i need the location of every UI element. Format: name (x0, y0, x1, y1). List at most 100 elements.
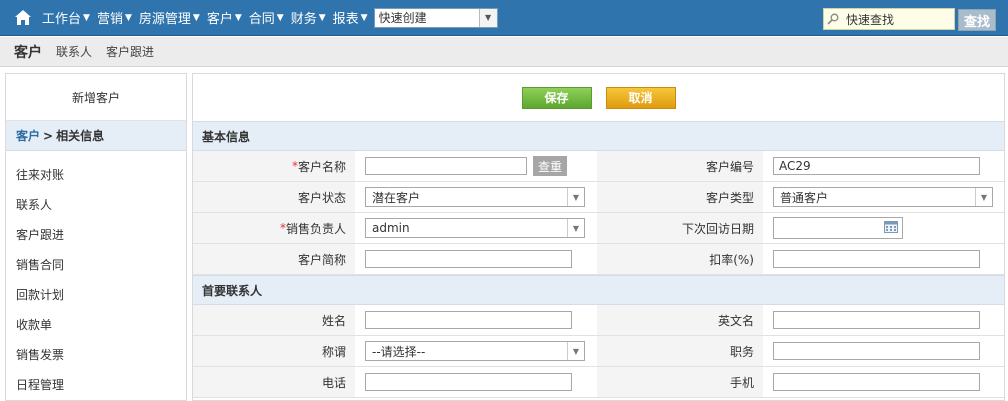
english-name-input[interactable] (773, 311, 980, 329)
sidebar: 新增客户 客户 > 相关信息 往来对账 联系人 客户跟进 销售合同 回款计划 收… (5, 73, 187, 401)
discount-input[interactable] (773, 250, 980, 268)
chevron-down-icon: ▼ (192, 12, 200, 23)
breadcrumb-customer[interactable]: 客户 (16, 127, 40, 144)
nav-marketing[interactable]: 营销 ▼ (97, 8, 132, 27)
calendar-icon[interactable] (884, 221, 898, 233)
sidebar-item-followup[interactable]: 客户跟进 (6, 219, 186, 249)
customer-status-label: 客户状态 (193, 182, 355, 212)
customer-type-select[interactable]: 普通客户 ▼ (773, 187, 993, 207)
position-label: 职务 (597, 336, 763, 366)
customer-name-label: * 客户名称 (193, 151, 355, 181)
quick-search-placeholder: 快速查找 (846, 12, 895, 27)
english-name-cell (763, 305, 1004, 335)
home-icon[interactable] (11, 6, 35, 30)
phone-label: 电话 (193, 367, 355, 397)
english-name-label: 英文名 (597, 305, 763, 335)
sidebar-item-sales-contract[interactable]: 销售合同 (6, 249, 186, 279)
chevron-down-icon: ▼ (124, 12, 132, 23)
sales-owner-select[interactable]: admin ▼ (365, 218, 585, 238)
sidebar-breadcrumb: 客户 > 相关信息 (6, 121, 186, 151)
salutation-value: --请选择-- (372, 344, 426, 359)
save-button[interactable]: 保存 (521, 86, 592, 109)
quick-create-select[interactable]: 快速创建 ▼ (373, 7, 498, 28)
customer-status-value: 潜在客户 (372, 190, 421, 205)
customer-status-select[interactable]: 潜在客户 ▼ (365, 187, 585, 207)
sidebar-item-contacts[interactable]: 联系人 (6, 189, 186, 219)
form-row: 客户状态 潜在客户 ▼ 客户类型 普通客户 ▼ (193, 182, 1004, 213)
nav-report-label: 报表 (332, 12, 359, 27)
customer-type-cell: 普通客户 ▼ (763, 182, 1004, 212)
salutation-label: 称谓 (193, 336, 355, 366)
customer-type-value: 普通客户 (780, 190, 829, 205)
search-icon (824, 13, 842, 25)
chevron-down-icon: ▼ (83, 12, 90, 23)
sales-owner-label-text: 销售负责人 (285, 221, 346, 236)
discount-label: 扣率(%) (597, 244, 763, 274)
cancel-button[interactable]: 取消 (605, 86, 676, 109)
nav-workbench-label: 工作台 (42, 12, 82, 27)
sidebar-item-schedule[interactable]: 日程管理 (6, 369, 186, 399)
quick-create-value: 快速创建 (378, 11, 427, 25)
sub-nav-followup[interactable]: 客户跟进 (106, 43, 154, 60)
next-visit-label: 下次回访日期 (597, 213, 763, 243)
next-visit-date-input[interactable] (773, 217, 903, 239)
short-name-input[interactable] (365, 250, 572, 268)
chevron-down-icon[interactable]: ▼ (567, 188, 584, 206)
short-name-label: 客户简称 (193, 244, 355, 274)
sub-nav-title[interactable]: 客户 (14, 42, 42, 62)
customer-name-input[interactable] (365, 157, 527, 175)
sidebar-item-invoice[interactable]: 销售发票 (6, 339, 186, 369)
chevron-down-icon[interactable]: ▼ (567, 342, 584, 360)
chevron-down-icon[interactable]: ▼ (975, 188, 992, 206)
nav-report[interactable]: 报表 ▼ (333, 8, 368, 27)
customer-no-cell: AC29 (763, 151, 1004, 181)
main-form: 保存 取消 基本信息 * 客户名称 查重 客户编号 AC29 客户状态 潜在客户 … (192, 73, 1005, 401)
chevron-down-icon: ▼ (276, 12, 284, 23)
chevron-down-icon: ▼ (360, 12, 368, 23)
nav-property-label: 房源管理 (138, 12, 191, 27)
sidebar-item-payment-plan[interactable]: 回款计划 (6, 279, 186, 309)
form-row: 姓名 英文名 (193, 305, 1004, 336)
contact-name-label: 姓名 (193, 305, 355, 335)
sidebar-item-reconciliation[interactable]: 往来对账 (6, 159, 186, 189)
customer-name-cell: 查重 (355, 151, 597, 181)
check-duplicate-button[interactable]: 查重 (533, 156, 567, 176)
sales-owner-label: * 销售负责人 (193, 213, 355, 243)
sales-owner-value: admin (372, 221, 410, 235)
chevron-down-icon: ▼ (318, 12, 326, 23)
breadcrumb-related-info: 相关信息 (56, 129, 105, 143)
customer-status-cell: 潜在客户 ▼ (355, 182, 597, 212)
nav-workbench[interactable]: 工作台 ▼ (42, 8, 90, 27)
form-row: 电话 手机 (193, 367, 1004, 398)
nav-finance-label: 财务 (290, 12, 317, 27)
search-button[interactable]: 查找 (958, 9, 996, 31)
nav-contract[interactable]: 合同 ▼ (249, 8, 284, 27)
mobile-label: 手机 (597, 367, 763, 397)
chevron-down-icon[interactable]: ▼ (567, 219, 584, 237)
contact-name-input[interactable] (365, 311, 572, 329)
sidebar-list: 往来对账 联系人 客户跟进 销售合同 回款计划 收款单 销售发票 日程管理 (6, 151, 186, 399)
customer-no-label: 客户编号 (597, 151, 763, 181)
form-row: 客户简称 扣率(%) (193, 244, 1004, 275)
customer-no-input[interactable]: AC29 (773, 157, 980, 175)
mobile-input[interactable] (773, 373, 980, 391)
phone-input[interactable] (365, 373, 572, 391)
salutation-select[interactable]: --请选择-- ▼ (365, 341, 585, 361)
nav-finance[interactable]: 财务 ▼ (291, 8, 326, 27)
chevron-down-icon[interactable]: ▼ (478, 8, 497, 27)
nav-marketing-label: 营销 (96, 12, 123, 27)
sidebar-item-receipt[interactable]: 收款单 (6, 309, 186, 339)
contact-name-cell (355, 305, 597, 335)
short-name-cell (355, 244, 597, 274)
next-visit-cell (763, 213, 1004, 243)
sub-nav: 客户 联系人 客户跟进 (0, 37, 1008, 67)
section-basic-info: 基本信息 (193, 121, 1004, 151)
quick-search-input[interactable]: 快速查找 (823, 8, 955, 30)
sub-nav-contacts[interactable]: 联系人 (56, 43, 92, 60)
nav-customer[interactable]: 客户 ▼ (207, 8, 242, 27)
position-input[interactable] (773, 342, 980, 360)
customer-type-label: 客户类型 (597, 182, 763, 212)
position-cell (763, 336, 1004, 366)
nav-property[interactable]: 房源管理 ▼ (139, 8, 200, 27)
form-row: 称谓 --请选择-- ▼ 职务 (193, 336, 1004, 367)
